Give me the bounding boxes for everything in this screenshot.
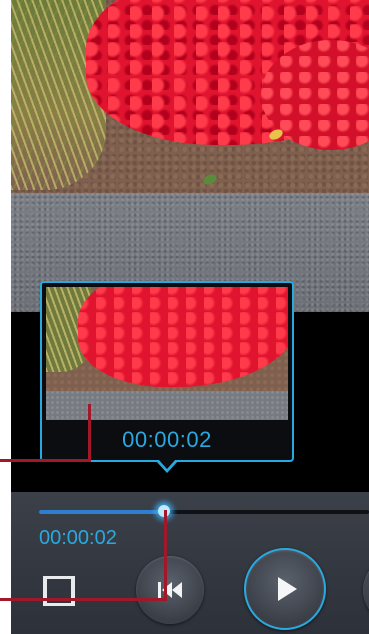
play-icon bbox=[278, 577, 297, 601]
callout-line-thumbnail-vertical bbox=[88, 404, 91, 462]
previous-button[interactable] bbox=[136, 556, 204, 624]
play-button[interactable] bbox=[244, 548, 326, 630]
seek-preview-pointer-inner bbox=[158, 459, 176, 469]
elapsed-time: 00:00:02 bbox=[39, 527, 117, 549]
callout-line-handle bbox=[0, 598, 167, 601]
thumbnail-road bbox=[46, 391, 288, 420]
seek-preview-timestamp: 00:00:02 bbox=[122, 427, 212, 452]
aspect-ratio-button[interactable] bbox=[37, 574, 81, 608]
skip-previous-icon bbox=[158, 582, 182, 598]
seek-bar-progress bbox=[39, 510, 165, 514]
next-button[interactable] bbox=[363, 556, 369, 624]
seek-preview-thumbnail bbox=[46, 287, 288, 420]
callout-line-thumbnail bbox=[0, 459, 91, 462]
video-frame[interactable] bbox=[11, 0, 369, 312]
video-player: 00:00:02 00:00:02 bbox=[11, 0, 369, 634]
aspect-ratio-icon bbox=[43, 576, 75, 606]
callout-line-handle-vertical bbox=[164, 510, 167, 601]
control-panel: 00:00:02 bbox=[11, 492, 369, 634]
seek-preview-popup: 00:00:02 bbox=[40, 281, 294, 462]
